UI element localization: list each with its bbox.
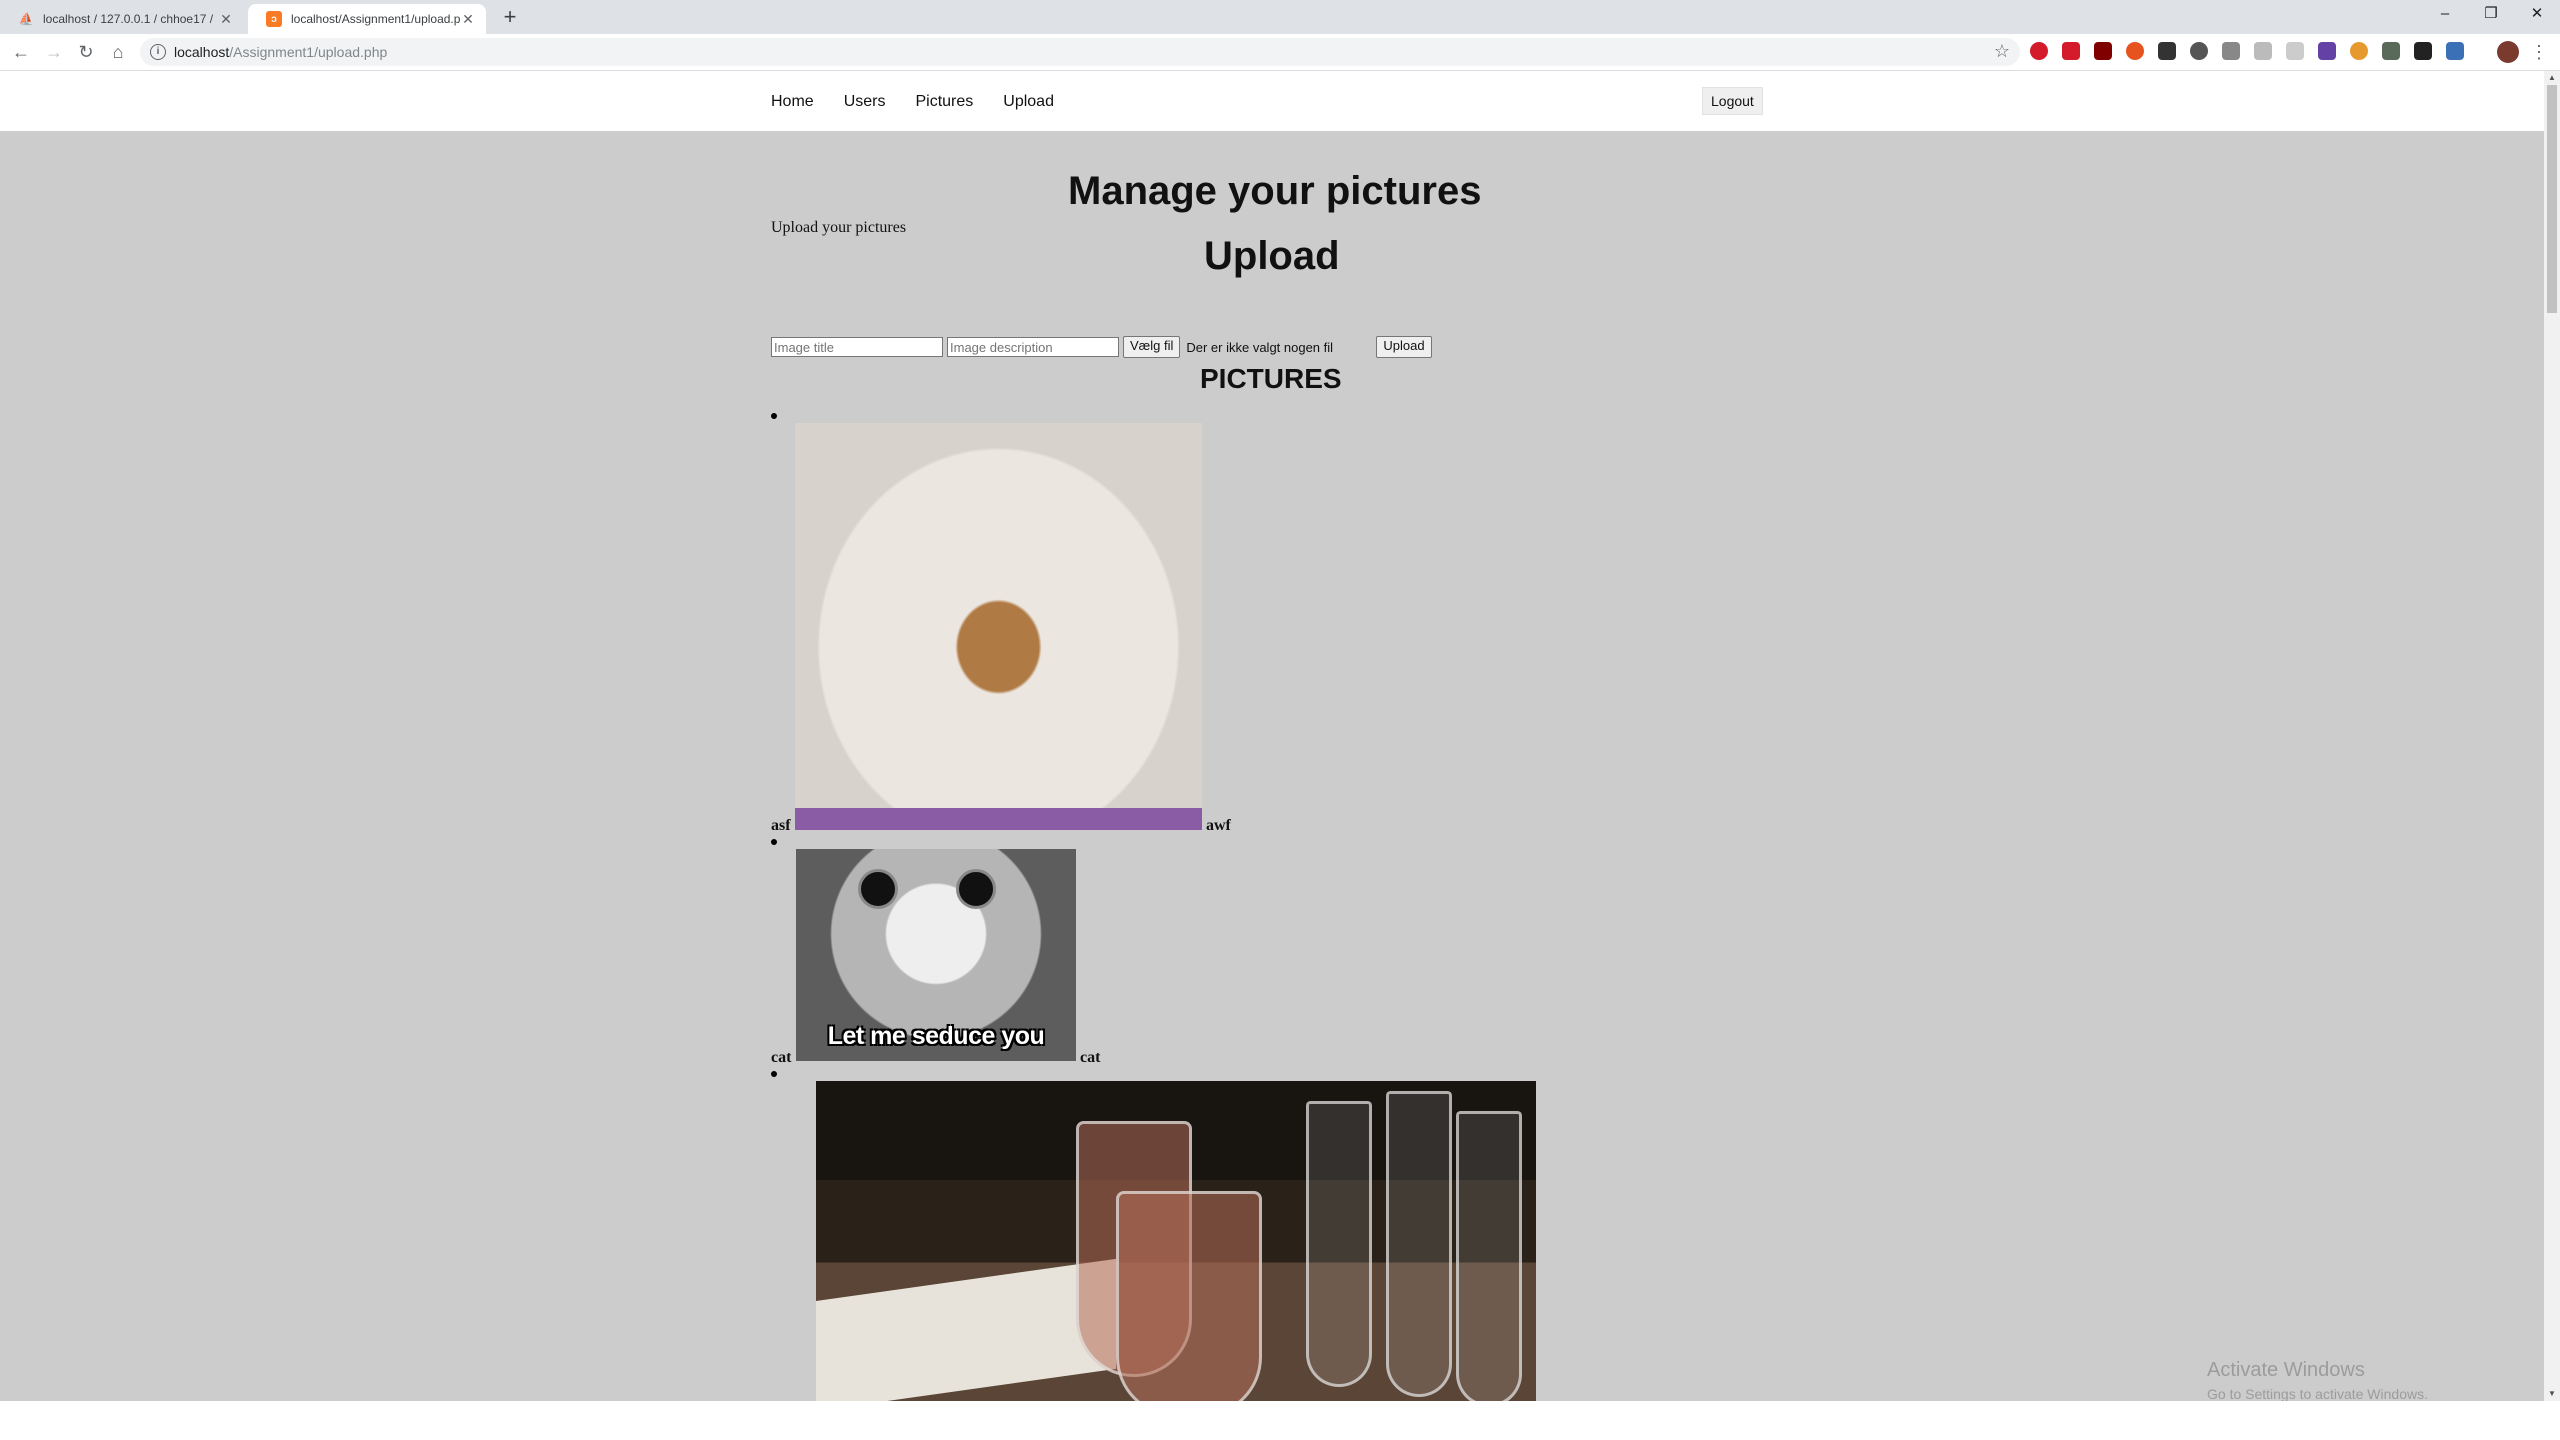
picture-description: cat xyxy=(1080,1049,1101,1066)
recycle-extension-icon[interactable] xyxy=(2222,42,2240,60)
bottom-strip xyxy=(0,1401,2560,1440)
tab-title: localhost / 127.0.0.1 / chhoe17 / xyxy=(43,12,214,26)
minimize-button[interactable]: – xyxy=(2422,0,2468,30)
extension-icon[interactable] xyxy=(2190,42,2208,60)
list-bullet xyxy=(771,839,777,845)
page-title: Manage your pictures xyxy=(1068,169,1482,213)
no-file-label: Der er ikke valgt nogen fil xyxy=(1186,339,1334,355)
choose-file-button[interactable]: Vælg fil xyxy=(1123,336,1181,358)
upload-submit-button[interactable]: Upload xyxy=(1376,336,1432,358)
extension-icon[interactable] xyxy=(2158,42,2176,60)
page-viewport: Home Users Pictures Upload Logout Manage… xyxy=(0,71,2544,1401)
picture-image xyxy=(795,423,1202,830)
upload-form: Vælg fil Der er ikke valgt nogen fil Upl… xyxy=(771,336,1432,358)
windows-activation-watermark: Activate Windows Go to Settings to activ… xyxy=(2207,1359,2428,1401)
extension-icon[interactable] xyxy=(2446,42,2464,60)
close-tab-icon[interactable]: ✕ xyxy=(218,11,234,28)
vertical-scrollbar[interactable]: ▲ ▼ xyxy=(2544,71,2560,1401)
list-bullet xyxy=(771,1071,777,1077)
meme-overlay-text: Let me seduce you xyxy=(827,1022,1045,1050)
tab-upload-page[interactable]: ɔ localhost/Assignment1/upload.p ✕ xyxy=(248,4,486,34)
browser-menu-icon[interactable]: ⋮ xyxy=(2530,41,2548,63)
picture-title: cat xyxy=(771,1049,792,1066)
image-title-input[interactable] xyxy=(771,337,943,357)
address-bar[interactable]: i localhost/Assignment1/upload.php ☆ xyxy=(140,38,2020,66)
nav-link-home[interactable]: Home xyxy=(771,93,814,111)
close-tab-icon[interactable]: ✕ xyxy=(460,11,476,28)
site-navbar: Home Users Pictures Upload Logout xyxy=(0,71,2544,131)
info-icon[interactable]: i xyxy=(150,44,166,60)
tab-phpmyadmin[interactable]: ⛵ localhost / 127.0.0.1 / chhoe17 / ✕ xyxy=(0,4,244,34)
tab-title: localhost/Assignment1/upload.p xyxy=(291,12,460,26)
adblock-icon[interactable] xyxy=(2062,42,2080,60)
twitch-icon[interactable] xyxy=(2318,42,2336,60)
new-tab-button[interactable]: + xyxy=(496,6,524,30)
xampp-icon: ɔ xyxy=(266,11,282,27)
scroll-up-icon[interactable]: ▲ xyxy=(2544,71,2560,85)
browser-toolbar: ← → ↻ ⌂ i localhost/Assignment1/upload.p… xyxy=(0,34,2560,71)
pictures-heading: PICTURES xyxy=(1200,363,1342,394)
extension-icon[interactable] xyxy=(2382,42,2400,60)
picture-description: awf xyxy=(1206,817,1231,834)
extension-icon[interactable] xyxy=(2286,42,2304,60)
close-window-button[interactable]: ✕ xyxy=(2514,0,2560,30)
image-description-input[interactable] xyxy=(947,337,1119,357)
nav-link-upload[interactable]: Upload xyxy=(1003,93,1054,111)
restore-button[interactable]: ❐ xyxy=(2468,0,2514,30)
url-text[interactable]: localhost/Assignment1/upload.php xyxy=(174,44,387,60)
nav-link-pictures[interactable]: Pictures xyxy=(915,93,973,111)
extensions-area xyxy=(2030,42,2478,62)
upload-subtext: Upload your pictures xyxy=(771,219,907,236)
picture-image: Let me seduce you xyxy=(796,849,1076,1061)
reload-icon[interactable]: ↻ xyxy=(74,40,98,64)
extension-icon[interactable] xyxy=(2254,42,2272,60)
opera-extension-icon[interactable] xyxy=(2030,42,2048,60)
flame-extension-icon[interactable] xyxy=(2126,42,2144,60)
picture-title: asf xyxy=(771,817,791,834)
ublock-icon[interactable] xyxy=(2094,42,2112,60)
list-bullet xyxy=(771,413,777,419)
logout-button[interactable]: Logout xyxy=(1702,87,1763,115)
tab-strip: ⛵ localhost / 127.0.0.1 / chhoe17 / ✕ ɔ … xyxy=(0,0,2560,34)
forward-icon[interactable]: → xyxy=(42,40,66,64)
home-icon[interactable]: ⌂ xyxy=(106,40,130,64)
extension-icon[interactable] xyxy=(2350,42,2368,60)
scroll-thumb[interactable] xyxy=(2547,85,2557,313)
nav-link-users[interactable]: Users xyxy=(844,93,886,111)
scroll-down-icon[interactable]: ▼ xyxy=(2544,1387,2560,1401)
profile-avatar[interactable] xyxy=(2497,41,2519,63)
back-icon[interactable]: ← xyxy=(9,40,33,64)
picture-image xyxy=(816,1081,1536,1401)
phpmyadmin-icon: ⛵ xyxy=(18,12,34,26)
bookmark-star-icon[interactable]: ☆ xyxy=(1994,41,2010,62)
upload-heading: Upload xyxy=(1204,234,1340,278)
extension-icon[interactable] xyxy=(2414,42,2432,60)
